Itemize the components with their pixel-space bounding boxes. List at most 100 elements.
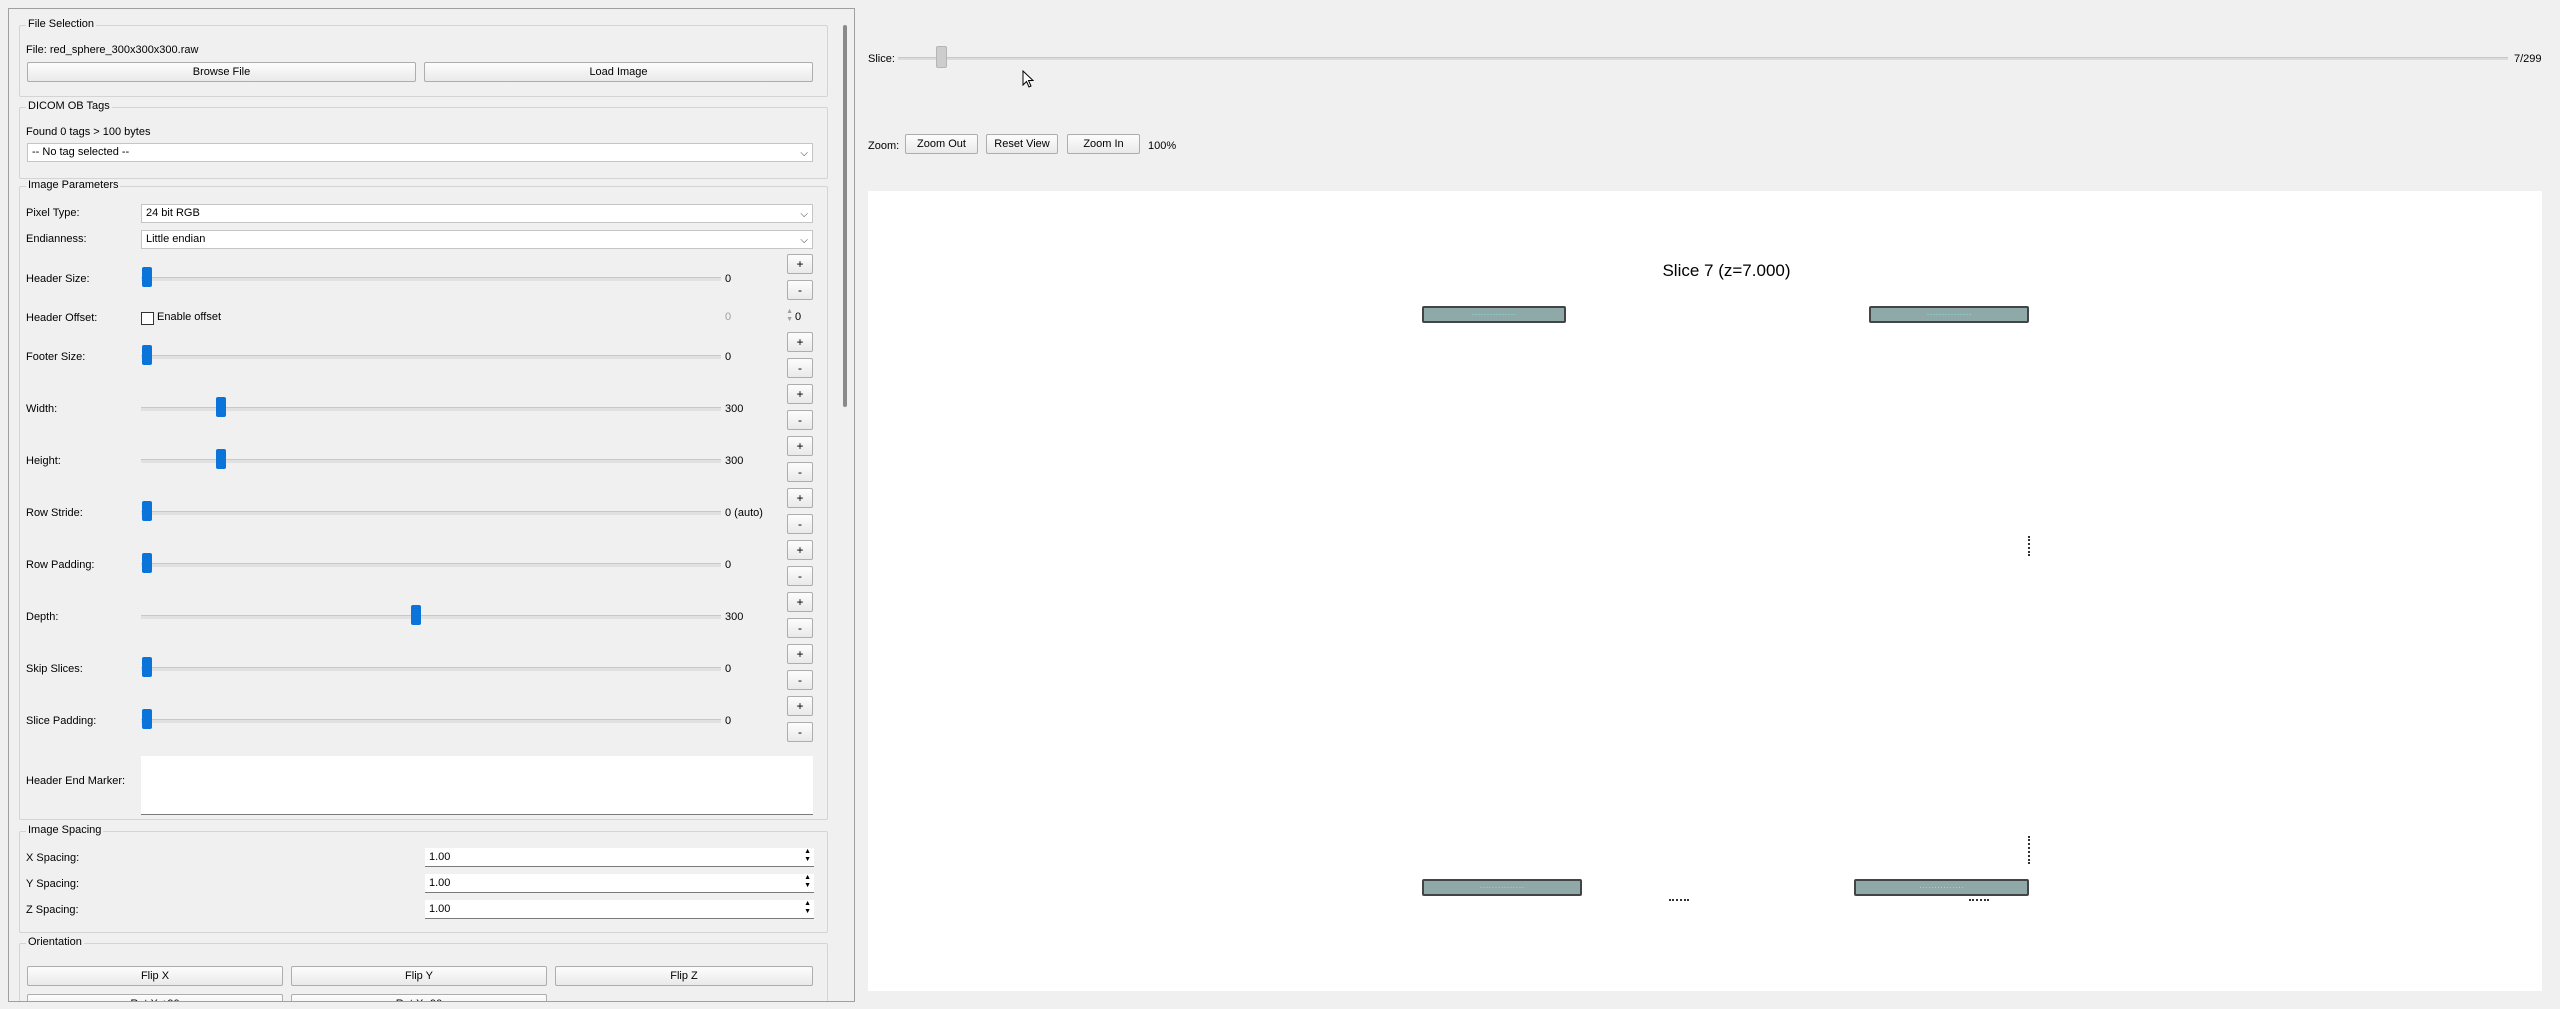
z-spacing-spinbox[interactable]: 1.00 ▲ ▼	[425, 900, 814, 919]
footer-size-slider[interactable]	[141, 355, 721, 359]
flip-y-button[interactable]: Flip Y	[291, 966, 547, 986]
chevron-down-icon: ⌵	[800, 209, 808, 220]
endianness-select[interactable]: Little endian ⌵	[141, 230, 813, 249]
x-spacing-value: 1.00	[429, 851, 451, 863]
row-padding-plus-button[interactable]: +	[787, 540, 813, 560]
depth-slider[interactable]	[141, 615, 721, 619]
file-selection-group: File Selection File: red_sphere_300x300x…	[19, 18, 828, 97]
corner-label-bottom-left: ⋯⋯⋯⋯⋯	[1422, 879, 1582, 896]
depth-label: Depth:	[26, 611, 59, 623]
row-padding-minus-button[interactable]: -	[787, 566, 813, 586]
flip-x-button[interactable]: Flip X	[27, 966, 283, 986]
selected-value: 24 bit RGB	[146, 207, 200, 219]
load-image-button[interactable]: Load Image	[424, 62, 813, 82]
slider-handle[interactable]	[411, 605, 421, 625]
header-size-minus-button[interactable]: -	[787, 280, 813, 300]
slider-handle[interactable]	[216, 449, 226, 469]
browse-file-button[interactable]: Browse File	[27, 62, 416, 82]
corner-label-bottom-right: ⋯⋯⋯⋯⋯	[1854, 879, 2029, 896]
z-spacing-label: Z Spacing:	[26, 904, 79, 916]
height-value: 300	[725, 455, 744, 467]
slider-handle[interactable]	[142, 657, 152, 677]
reset-view-button[interactable]: Reset View	[986, 134, 1058, 154]
slider-handle[interactable]	[142, 709, 152, 729]
slice-padding-plus-button[interactable]: +	[787, 696, 813, 716]
skip-slices-label: Skip Slices:	[26, 663, 83, 675]
slice-slider[interactable]	[898, 57, 2508, 60]
group-title: File Selection	[26, 18, 97, 30]
image-spacing-group: Image Spacing X Spacing: 1.00 ▲ ▼ Y Spaci…	[19, 824, 828, 933]
slice-padding-value: 0	[725, 715, 732, 727]
group-title: Orientation	[26, 936, 84, 948]
dotted-marker	[2028, 836, 2032, 864]
height-slider[interactable]	[141, 459, 721, 463]
footer-size-plus-button[interactable]: +	[787, 332, 813, 352]
chevron-down-icon: ⌵	[800, 148, 808, 159]
width-minus-button[interactable]: -	[787, 410, 813, 430]
height-plus-button[interactable]: +	[787, 436, 813, 456]
slice-padding-minus-button[interactable]: -	[787, 722, 813, 742]
y-spacing-spinbox[interactable]: 1.00 ▲ ▼	[425, 874, 814, 893]
row-padding-value: 0	[725, 559, 732, 571]
header-size-value: 0	[725, 273, 732, 285]
slider-handle[interactable]	[142, 267, 152, 287]
spin-arrows-icon[interactable]: ▲ ▼	[804, 848, 811, 864]
dotted-marker	[1969, 899, 1989, 903]
image-viewer[interactable]: Slice 7 (z=7.000) ⋯⋯⋯⋯⋯ ⋯⋯⋯⋯⋯ ⋯⋯⋯⋯⋯ ⋯⋯⋯⋯…	[868, 191, 2542, 991]
spin-arrows-icon: ▲ ▼	[786, 308, 793, 323]
dicom-tag-select[interactable]: -- No tag selected -- ⌵	[27, 143, 813, 162]
depth-minus-button[interactable]: -	[787, 618, 813, 638]
width-slider[interactable]	[141, 407, 721, 411]
flip-z-button[interactable]: Flip Z	[555, 966, 813, 986]
rot-x-minus-90-button[interactable]: Rot X -90	[291, 994, 547, 1001]
dicom-tags-group: DICOM OB Tags Found 0 tags > 100 bytes -…	[19, 100, 828, 179]
height-minus-button[interactable]: -	[787, 462, 813, 482]
x-spacing-spinbox[interactable]: 1.00 ▲ ▼	[425, 848, 814, 867]
panel-scrollbar-thumb[interactable]	[843, 25, 847, 407]
offset-spin-value: 0	[725, 311, 732, 323]
skip-slices-slider[interactable]	[141, 667, 721, 671]
slice-label: Slice:	[868, 53, 895, 65]
dicom-found-text: Found 0 tags > 100 bytes	[26, 126, 151, 138]
slice-padding-slider[interactable]	[141, 719, 721, 723]
header-size-slider[interactable]	[141, 277, 721, 281]
dotted-marker	[1669, 899, 1689, 903]
row-stride-slider[interactable]	[141, 511, 721, 515]
slice-counter: 7/299	[2514, 53, 2542, 65]
image-parameters-group: Image Parameters Pixel Type: 24 bit RGB …	[19, 179, 828, 820]
spin-arrows-icon[interactable]: ▲ ▼	[804, 900, 811, 916]
y-spacing-value: 1.00	[429, 877, 451, 889]
row-stride-minus-button[interactable]: -	[787, 514, 813, 534]
row-padding-slider[interactable]	[141, 563, 721, 567]
header-size-plus-button[interactable]: +	[787, 254, 813, 274]
zoom-level: 100%	[1148, 140, 1177, 152]
header-end-marker-label: Header End Marker:	[26, 775, 126, 787]
skip-slices-minus-button[interactable]: -	[787, 670, 813, 690]
slice-slider-handle[interactable]	[936, 46, 947, 68]
skip-slices-plus-button[interactable]: +	[787, 644, 813, 664]
slider-handle[interactable]	[142, 501, 152, 521]
depth-plus-button[interactable]: +	[787, 592, 813, 612]
row-stride-plus-button[interactable]: +	[787, 488, 813, 508]
pixel-type-select[interactable]: 24 bit RGB ⌵	[141, 204, 813, 223]
enable-offset-label: Enable offset	[157, 311, 222, 323]
footer-size-minus-button[interactable]: -	[787, 358, 813, 378]
offset-value: 0	[795, 311, 802, 323]
slider-handle[interactable]	[216, 397, 226, 417]
slice-padding-label: Slice Padding:	[26, 715, 97, 727]
enable-offset-checkbox[interactable]	[141, 312, 154, 325]
header-size-label: Header Size:	[26, 273, 90, 285]
spin-arrows-icon[interactable]: ▲ ▼	[804, 874, 811, 890]
corner-label-top-left: ⋯⋯⋯⋯⋯	[1422, 306, 1566, 323]
slider-handle[interactable]	[142, 553, 152, 573]
zoom-in-button[interactable]: Zoom In	[1067, 134, 1140, 154]
slice-title: Slice 7 (z=7.000)	[1662, 261, 1791, 280]
rot-x-plus-90-button[interactable]: Rot X +90	[27, 994, 283, 1001]
footer-size-label: Footer Size:	[26, 351, 86, 363]
width-plus-button[interactable]: +	[787, 384, 813, 404]
chevron-down-icon: ⌵	[800, 235, 808, 246]
header-end-marker-input[interactable]	[141, 756, 813, 815]
height-label: Height:	[26, 455, 61, 467]
slider-handle[interactable]	[142, 345, 152, 365]
zoom-out-button[interactable]: Zoom Out	[905, 134, 978, 154]
